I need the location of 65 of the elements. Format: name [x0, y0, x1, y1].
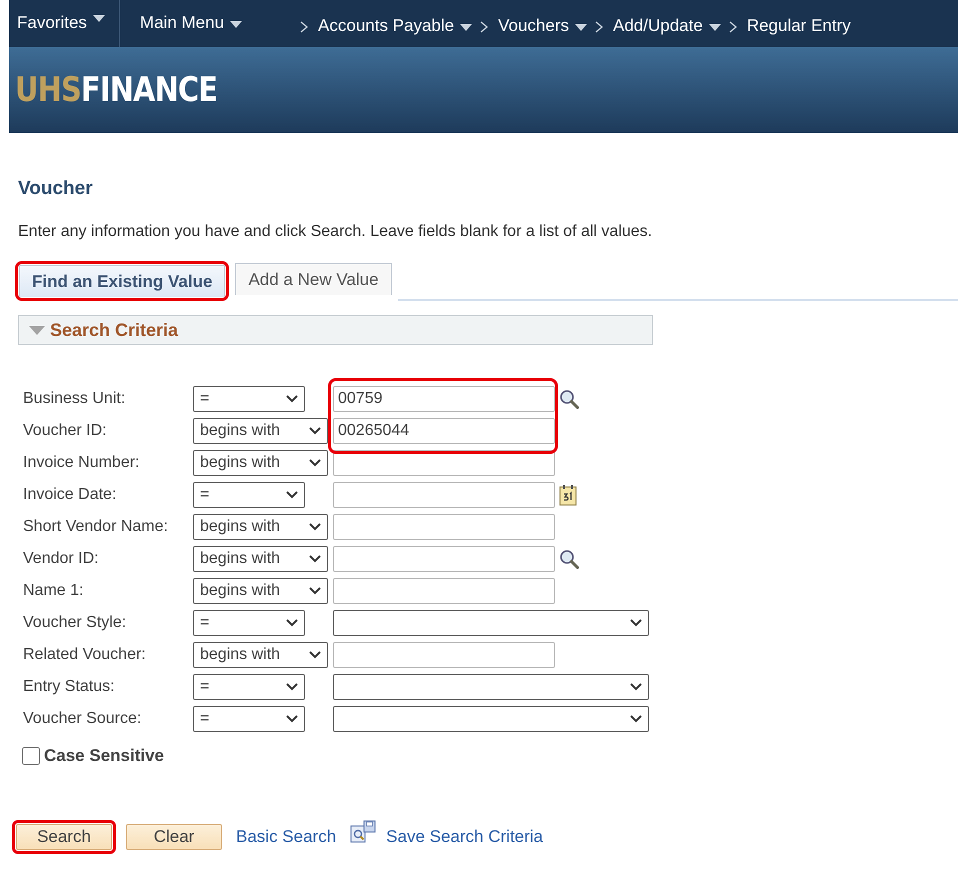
chevron-icon	[595, 21, 604, 33]
page-title: Voucher	[18, 178, 94, 200]
operator-dropdown[interactable]: begins with	[193, 642, 328, 668]
field-label: Name 1:	[23, 582, 84, 600]
calendar-icon[interactable]	[559, 484, 577, 506]
section-header[interactable]: Search Criteria	[18, 315, 653, 345]
value-dropdown[interactable]	[333, 706, 649, 732]
chevron-icon	[300, 21, 308, 33]
caret-icon	[575, 24, 588, 30]
value-dropdown[interactable]	[333, 610, 649, 636]
operator-dropdown[interactable]: =	[193, 610, 305, 636]
nav-menu[interactable]: Main Menu	[120, 0, 250, 33]
field-label: Short Vendor Name:	[23, 518, 169, 536]
caret-icon	[92, 15, 105, 22]
breadcrumb[interactable]: Regular Entry	[736, 0, 859, 36]
search-icon[interactable]	[559, 549, 579, 569]
search-icon[interactable]	[559, 389, 579, 409]
chevron-icon	[728, 21, 737, 33]
link[interactable]: Save Search Criteria	[386, 827, 544, 847]
collapse-icon	[29, 326, 45, 334]
operator-dropdown[interactable]: begins with	[193, 514, 328, 540]
link[interactable]: Basic Search	[236, 827, 336, 847]
breadcrumb[interactable]: Add/Update	[603, 0, 729, 36]
field-label: Invoice Number:	[23, 454, 140, 472]
field-label: Entry Status:	[23, 678, 116, 696]
tab[interactable]: Find an Existing Value	[19, 265, 226, 297]
breadcrumb[interactable]: Accounts Payable	[308, 0, 480, 36]
action-button[interactable]: Clear	[126, 824, 222, 850]
checkbox[interactable]	[22, 747, 40, 765]
operator-dropdown[interactable]: begins with	[193, 418, 328, 444]
logo: UHSFINANCE	[15, 70, 218, 110]
field-label: Vendor ID:	[23, 550, 100, 568]
field-label: Related Voucher:	[23, 646, 147, 664]
value-dropdown[interactable]	[333, 674, 649, 700]
tab[interactable]: Add a New Value	[235, 263, 392, 295]
operator-dropdown[interactable]: =	[193, 706, 305, 732]
breadcrumb[interactable]: Vouchers	[488, 0, 596, 36]
input-field[interactable]	[333, 482, 555, 508]
instructions: Enter any information you have and click Search. Leave fields blank for a list of all values.	[18, 223, 654, 241]
caret-icon	[230, 20, 242, 28]
operator-dropdown[interactable]: =	[193, 674, 305, 700]
input-field[interactable]	[333, 546, 555, 572]
input-field[interactable]	[333, 578, 555, 604]
input-field[interactable]	[333, 514, 555, 540]
caret-icon	[460, 24, 472, 30]
caret-icon	[708, 24, 721, 30]
operator-dropdown[interactable]: =	[193, 482, 305, 508]
field-label: Invoice Date:	[23, 486, 118, 504]
field-label: Voucher Style:	[23, 614, 128, 632]
action-button[interactable]: Search	[16, 824, 112, 850]
section-title: Search Criteria	[50, 320, 178, 340]
operator-dropdown[interactable]: begins with	[193, 578, 328, 604]
chevron-icon	[480, 21, 488, 33]
operator-dropdown[interactable]: =	[193, 386, 305, 412]
input-field[interactable]	[333, 450, 555, 476]
input-field[interactable]: 00759	[333, 386, 555, 412]
save-search-icon	[350, 820, 376, 844]
checkbox-label: Case Sensitive	[44, 746, 164, 766]
operator-dropdown[interactable]: begins with	[193, 546, 328, 572]
field-label: Business Unit:	[23, 390, 126, 408]
operator-dropdown[interactable]: begins with	[193, 450, 328, 476]
input-field[interactable]: 00265044	[333, 418, 555, 444]
field-label: Voucher ID:	[23, 422, 108, 440]
field-label: Voucher Source:	[23, 710, 142, 728]
input-field[interactable]	[333, 642, 555, 668]
